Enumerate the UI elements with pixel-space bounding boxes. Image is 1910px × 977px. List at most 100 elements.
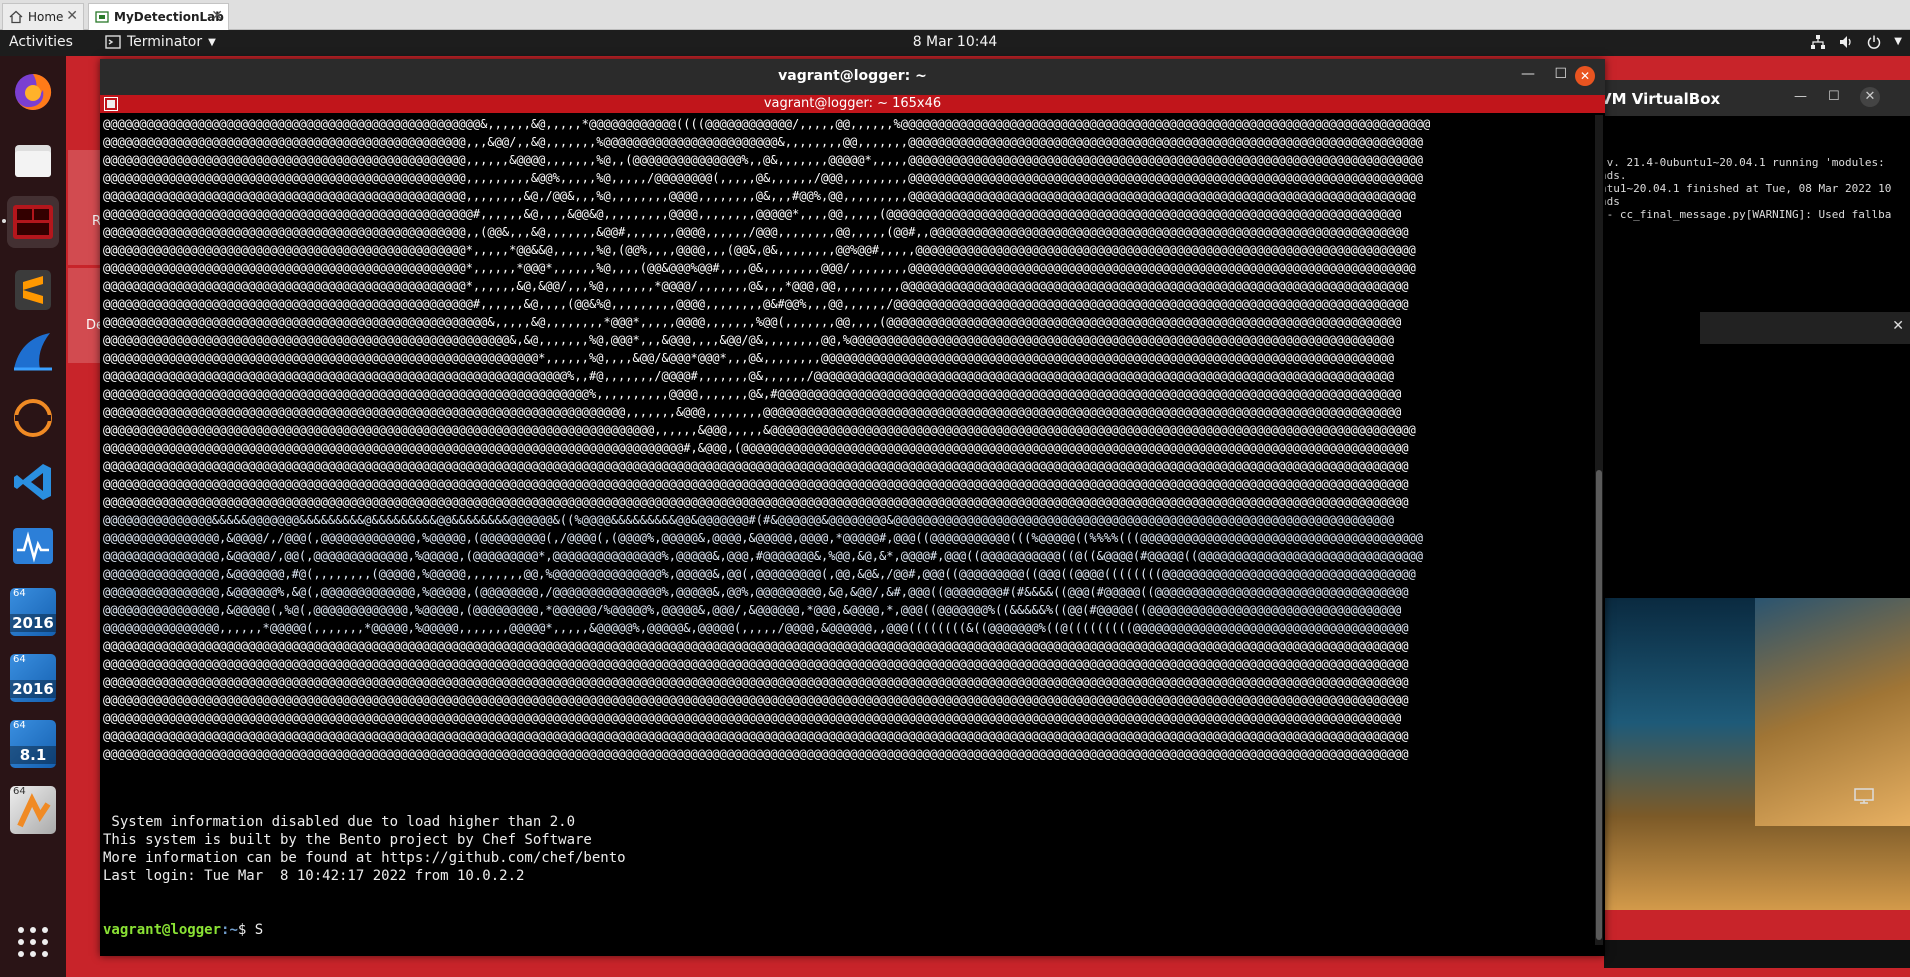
- ascii-art-line: @@@@@@@@@@@@@@@@@@@@@@@@@@@@@@@@@@@@@@@@…: [103, 729, 1409, 743]
- windows-vm-icon: 64 8.1: [10, 720, 56, 768]
- ascii-art-line: @@@@@@@@@@@@@@@@@@@@@@@@@@@@@@@@@@@@@@@@…: [103, 369, 1395, 383]
- dock-sublime-text[interactable]: [7, 264, 59, 316]
- ascii-art-line: @@@@@@@@@@@@@@@&&&&&@@@@@@@&&&&&&&&&@&&&…: [103, 513, 1395, 527]
- wireshark-icon: [14, 333, 52, 371]
- clock[interactable]: 8 Mar 10:44: [0, 34, 1910, 50]
- ascii-art-line: @@@@@@@@@@@@@@@@@@@@@@@@@@@@@@@@@@@@@@@@…: [103, 189, 1416, 203]
- ascii-art-line: @@@@@@@@@@@@@@@@,&@@@@/,/@@@(,@@@@@@@@@@…: [103, 531, 1424, 545]
- ascii-art-line: @@@@@@@@@@@@@@@@@@@@@@@@@@@@@@@@@@@@@@@@…: [103, 207, 1402, 221]
- ascii-art-line: @@@@@@@@@@@@@@@@,&@@@@@/,@@(,@@@@@@@@@@@…: [103, 549, 1424, 563]
- vm-screen-preview[interactable]: [1755, 598, 1910, 826]
- close-icon[interactable]: ✕: [211, 8, 223, 24]
- ascii-art-banner: @@@@@@@@@@@@@@@@@@@@@@@@@@@@@@@@@@@@@@@@…: [103, 115, 1430, 763]
- ascii-art-line: @@@@@@@@@@@@@@@@@@@@@@@@@@@@@@@@@@@@@@@@…: [103, 387, 1402, 401]
- ascii-art-line: @@@@@@@@@@@@@@@@@@@@@@@@@@@@@@@@@@@@@@@@…: [103, 153, 1424, 167]
- ascii-art-line: @@@@@@@@@@@@@@@@@@@@@@@@@@@@@@@@@@@@@@@@…: [103, 333, 1395, 347]
- ascii-art-line: @@@@@@@@@@@@@@@@@@@@@@@@@@@@@@@@@@@@@@@@…: [103, 117, 1431, 131]
- close-icon[interactable]: ✕: [66, 8, 78, 24]
- dock-system-monitor[interactable]: [7, 520, 59, 572]
- tab-home[interactable]: Home ✕: [2, 3, 84, 30]
- ascii-art-line: @@@@@@@@@@@@@@@@@@@@@@@@@@@@@@@@@@@@@@@@…: [103, 459, 1409, 473]
- chevron-down-icon: ▼: [1894, 36, 1902, 47]
- ascii-art-line: @@@@@@@@@@@@@@@@,&@@@@@(,%@(,@@@@@@@@@@@…: [103, 603, 1402, 617]
- minimize-icon[interactable]: —: [1521, 66, 1535, 82]
- prompt-input[interactable]: $ S: [238, 922, 263, 938]
- terminator-icon: [13, 205, 53, 239]
- ascii-art-line: @@@@@@@@@@@@@@@@@@@@@@@@@@@@@@@@@@@@@@@@…: [103, 441, 1409, 455]
- maximize-icon[interactable]: ☐: [1828, 89, 1840, 104]
- vm-status-bar: [1604, 940, 1910, 968]
- terminal-group-icon[interactable]: [104, 97, 118, 111]
- ascii-art-line: @@@@@@@@@@@@@@@@@@@@@@@@@@@@@@@@@@@@@@@@…: [103, 171, 1424, 185]
- command-prompt[interactable]: vagrant@logger:~$ S: [103, 921, 263, 939]
- show-applications-button[interactable]: [7, 916, 59, 968]
- ascii-art-line: @@@@@@@@@@@@@@@@@@@@@@@@@@@@@@@@@@@@@@@@…: [103, 135, 1424, 149]
- ascii-art-line: @@@@@@@@@@@@@@@@,,,,,,*@@@@@(,,,,,,,*@@@…: [103, 621, 1409, 635]
- ascii-art-line: @@@@@@@@@@@@@@@@@@@@@@@@@@@@@@@@@@@@@@@@…: [103, 405, 1402, 419]
- window-title: vagrant@logger: ~: [778, 68, 927, 84]
- monitor-icon[interactable]: [1854, 788, 1874, 804]
- dock-windows-2016-b[interactable]: 64 2016: [7, 652, 59, 704]
- ascii-art-line: @@@@@@@@@@@@@@@@@@@@@@@@@@@@@@@@@@@@@@@@…: [103, 477, 1409, 491]
- system-menu[interactable]: ▼: [1810, 34, 1902, 50]
- windows-vm-icon: 64 2016: [10, 654, 56, 702]
- ascii-art-line: @@@@@@@@@@@@@@@@@@@@@@@@@@@@@@@@@@@@@@@@…: [103, 423, 1416, 437]
- dock: 64 2016 64 2016 64 8.1 64: [0, 56, 66, 977]
- firefox-icon: [15, 73, 52, 110]
- close-icon[interactable]: ✕: [1860, 87, 1880, 107]
- tab-mydetectionlab-label: MyDetectionLab: [114, 10, 224, 24]
- ascii-art-line: @@@@@@@@@@@@@@@@@@@@@@@@@@@@@@@@@@@@@@@@…: [103, 315, 1402, 329]
- system-monitor-icon: [13, 528, 53, 564]
- dock-windows-8-1[interactable]: 64 8.1: [7, 718, 59, 770]
- desktop-shortcut[interactable]: [68, 150, 100, 265]
- ascii-art-line: @@@@@@@@@@@@@@@@@@@@@@@@@@@@@@@@@@@@@@@@…: [103, 747, 1409, 761]
- vm-console-output: v. 21.4-0ubuntu1~20.04.1 running 'module…: [1600, 156, 1892, 221]
- dock-terminator[interactable]: [2, 196, 59, 248]
- close-icon[interactable]: ✕: [1892, 318, 1904, 334]
- minimize-icon[interactable]: —: [1794, 89, 1807, 104]
- ascii-art-line: @@@@@@@@@@@@@@@@@@@@@@@@@@@@@@@@@@@@@@@@…: [103, 351, 1395, 365]
- app-grid-icon: [18, 927, 48, 957]
- vscode-icon: [14, 464, 51, 500]
- maximize-icon[interactable]: ☐: [1554, 66, 1567, 82]
- dock-wireshark[interactable]: [7, 326, 59, 378]
- close-icon[interactable]: ✕: [1575, 66, 1595, 86]
- terminator-window: vagrant@logger: ~ — ☐ ✕ vagrant@logger: …: [100, 59, 1605, 956]
- windows-vm-icon: 64 2016: [10, 588, 56, 636]
- ascii-art-line: @@@@@@@@@@@@@@@@@@@@@@@@@@@@@@@@@@@@@@@@…: [103, 711, 1402, 725]
- dock-firefox[interactable]: [7, 66, 59, 118]
- ascii-art-line: @@@@@@@@@@@@@@@@,&@@@@@@@,#@(,,,,,,,,(@@…: [103, 567, 1416, 581]
- ascii-art-line: @@@@@@@@@@@@@@@@@@@@@@@@@@@@@@@@@@@@@@@@…: [103, 225, 1409, 239]
- dock-vm-app[interactable]: 64: [7, 784, 59, 836]
- tab-home-label: Home: [28, 10, 64, 24]
- power-icon: [1868, 35, 1881, 49]
- dock-eclipse[interactable]: [7, 392, 59, 444]
- ascii-art-line: @@@@@@@@@@@@@@@@@@@@@@@@@@@@@@@@@@@@@@@@…: [103, 693, 1409, 707]
- desktop-shortcut[interactable]: [68, 268, 100, 363]
- scrollbar-thumb[interactable]: [1596, 470, 1602, 940]
- ascii-art-line: @@@@@@@@@@@@@@@@@@@@@@@@@@@@@@@@@@@@@@@@…: [103, 657, 1409, 671]
- ascii-art-line: @@@@@@@@@@@@@@@@@@@@@@@@@@@@@@@@@@@@@@@@…: [103, 495, 1409, 509]
- dock-windows-2016-a[interactable]: 64 2016: [7, 586, 59, 638]
- vm-icon: [95, 10, 109, 24]
- terminal-pane-title: vagrant@logger: ~ 165x46: [763, 96, 942, 111]
- home-icon: [9, 10, 23, 24]
- terminal-pane-titlebar[interactable]: vagrant@logger: ~ 165x46: [100, 95, 1605, 113]
- network-icon: [1811, 35, 1826, 49]
- ascii-art-line: @@@@@@@@@@@@@@@@@@@@@@@@@@@@@@@@@@@@@@@@…: [103, 243, 1416, 257]
- tab-mydetectionlab[interactable]: MyDetectionLab ✕: [88, 3, 229, 30]
- sublime-text-icon: [15, 270, 51, 310]
- dock-vscode[interactable]: [7, 456, 59, 508]
- scrollbar[interactable]: [1595, 115, 1603, 945]
- vm-app-icon: 64: [10, 786, 56, 834]
- prompt-user: vagrant@logger: [103, 922, 222, 938]
- dock-files[interactable]: [7, 134, 59, 186]
- ascii-art-line: @@@@@@@@@@@@@@@@@@@@@@@@@@@@@@@@@@@@@@@@…: [103, 639, 1409, 653]
- ascii-art-line: @@@@@@@@@@@@@@@@@@@@@@@@@@@@@@@@@@@@@@@@…: [103, 261, 1416, 275]
- motd-text: System information disabled due to load …: [103, 814, 626, 884]
- window-titlebar[interactable]: vagrant@logger: ~ — ☐ ✕: [100, 59, 1605, 95]
- outer-tab-strip: Home ✕ MyDetectionLab ✕: [0, 0, 1910, 30]
- folder-icon: [15, 145, 51, 177]
- top-bar: Activities Terminator ▼ 8 Mar 10:44 ▼: [0, 30, 1910, 56]
- ascii-art-line: @@@@@@@@@@@@@@@@,&@@@@@@%,&@(,@@@@@@@@@@…: [103, 585, 1409, 599]
